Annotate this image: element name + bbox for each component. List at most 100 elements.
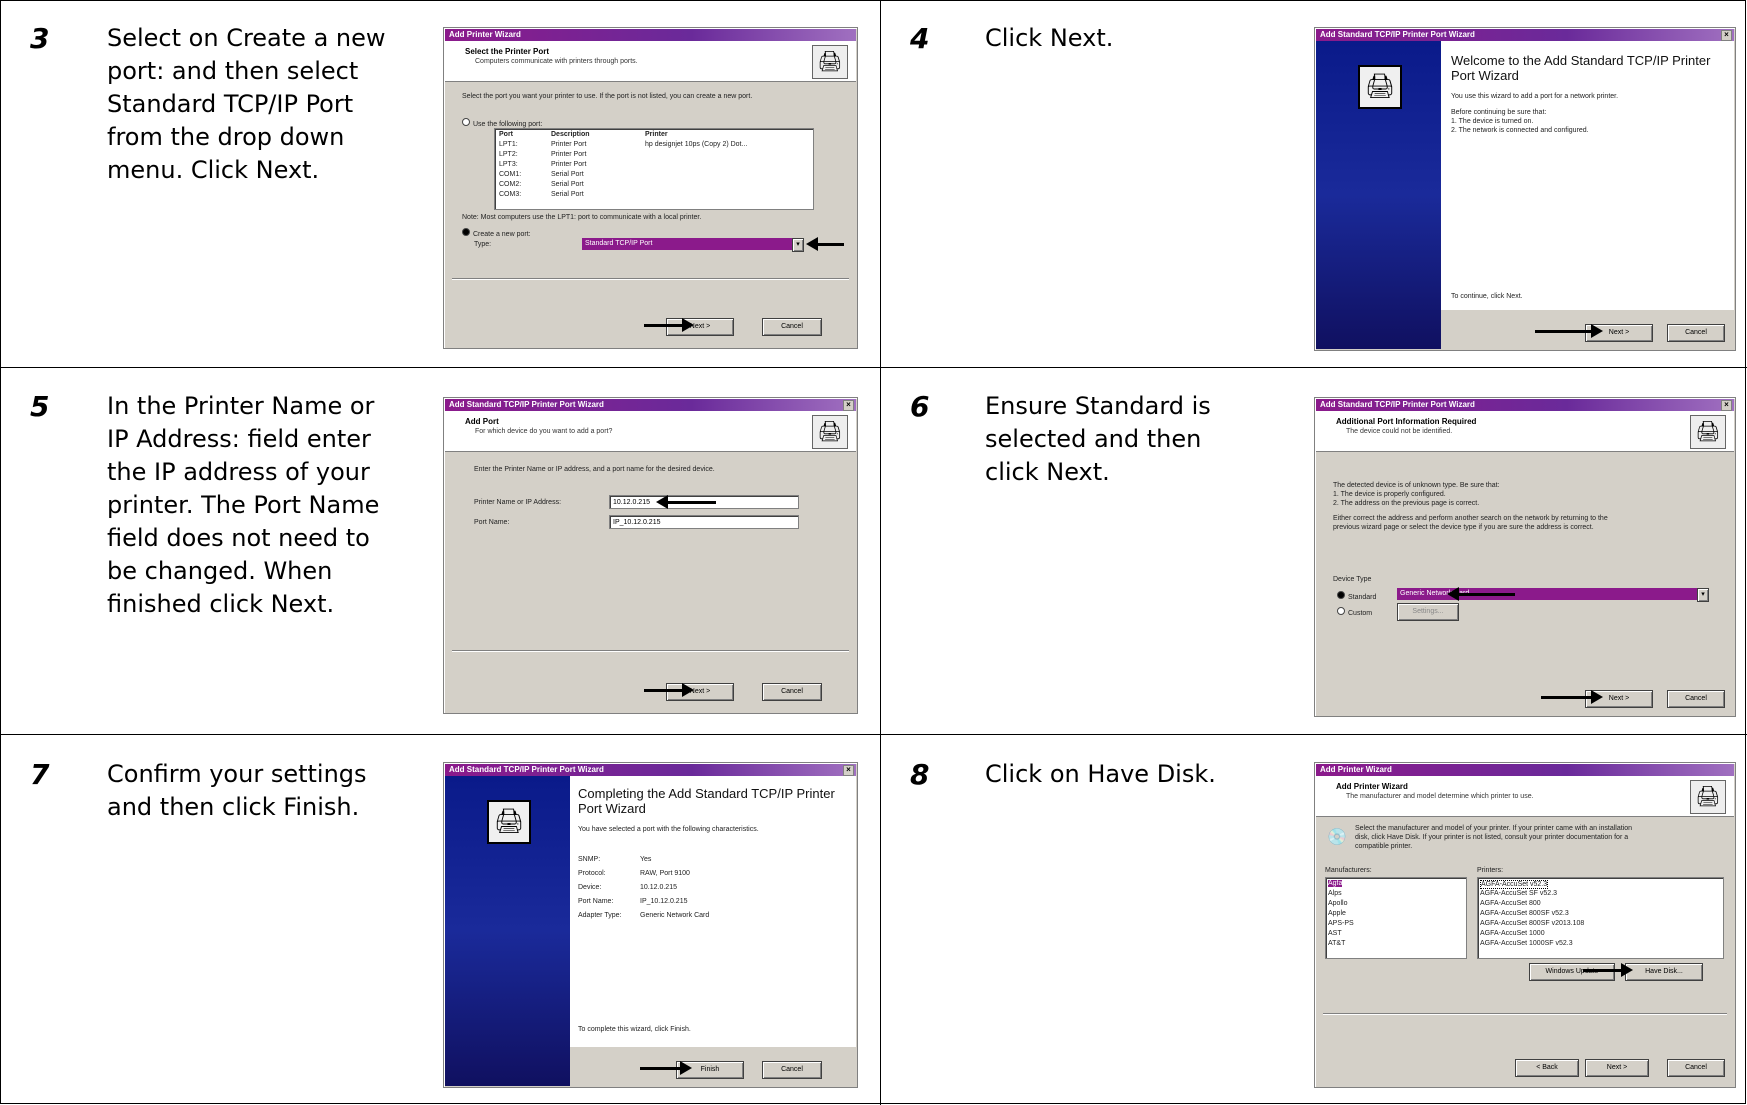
- header-title: Add Port: [465, 417, 499, 426]
- step-number: 7: [30, 758, 50, 791]
- continue-text: To continue, click Next.: [1451, 293, 1523, 300]
- cancel-button[interactable]: Cancel: [762, 318, 822, 336]
- type-label: Type:: [474, 241, 492, 248]
- have-disk-button[interactable]: Have Disk...: [1625, 963, 1703, 981]
- pointer-arrow: [644, 318, 694, 332]
- setting-value: Yes: [640, 856, 652, 863]
- divider: [452, 650, 849, 651]
- printer-wizard-icon: 🖨: [812, 45, 848, 79]
- cancel-button[interactable]: Cancel: [1667, 1059, 1725, 1077]
- list-item[interactable]: AT&T: [1328, 940, 1345, 947]
- header-title: Select the Printer Port: [465, 47, 550, 56]
- header-subtitle: For which device do you want to add a po…: [475, 428, 613, 435]
- table-row[interactable]: COM3:: [499, 191, 521, 198]
- list-item[interactable]: AST: [1328, 930, 1342, 937]
- table-row[interactable]: LPT3:: [499, 161, 518, 168]
- dialog-header: Add Printer Wizard The manufacturer and …: [1316, 776, 1734, 817]
- list-item[interactable]: Apple: [1328, 910, 1346, 917]
- tcpip-additional-info-dialog: Add Standard TCP/IP Printer Port Wizard ×…: [1314, 397, 1736, 717]
- add-printer-driver-dialog: Add Printer Wizard Add Printer Wizard Th…: [1314, 762, 1736, 1088]
- column-divider: [880, 0, 881, 1105]
- intro-text: Select the port you want your printer to…: [462, 93, 753, 100]
- next-button[interactable]: Next >: [1585, 1059, 1649, 1077]
- close-icon[interactable]: ×: [843, 400, 854, 411]
- dialog-title: Add Standard TCP/IP Printer Port Wizard ×: [1316, 29, 1734, 41]
- list-item[interactable]: Alps: [1328, 890, 1342, 897]
- manufacturers-label: Manufacturers:: [1325, 867, 1372, 874]
- cancel-button[interactable]: Cancel: [762, 1061, 822, 1079]
- device-type-group-label: Device Type: [1333, 576, 1372, 583]
- list-item[interactable]: AGFA-AccuSet 800SF v52.3: [1480, 910, 1569, 917]
- back-button[interactable]: < Back: [1515, 1059, 1579, 1077]
- device-type-dropdown[interactable]: Generic Network Card: [1397, 588, 1697, 600]
- step-description: Click Next.: [985, 24, 1114, 52]
- list-item[interactable]: AGFA-AccuSet v52.3: [1480, 880, 1549, 889]
- port-name-field[interactable]: IP_10.12.0.215: [609, 515, 799, 529]
- pointer-arrow: [640, 1061, 692, 1075]
- port-type-dropdown[interactable]: Standard TCP/IP Port: [582, 238, 792, 250]
- manufacturers-list[interactable]: Agfa Alps Apollo Apple APS-PS AST AT&T: [1325, 877, 1467, 959]
- intro-text: compatible printer.: [1355, 843, 1413, 850]
- create-new-port-radio[interactable]: Create a new port:: [462, 228, 531, 238]
- settings-button[interactable]: Settings...: [1397, 603, 1459, 621]
- setting-value: RAW, Port 9100: [640, 870, 690, 877]
- setting-label: Port Name:: [578, 898, 614, 905]
- list-item[interactable]: AGFA-AccuSet 800SF v2013.108: [1480, 920, 1584, 927]
- list-item[interactable]: Agfa: [1328, 880, 1343, 887]
- tcpip-port-wizard-welcome-dialog: Add Standard TCP/IP Printer Port Wizard ×…: [1314, 27, 1736, 351]
- printer-icon: 🖨: [487, 800, 531, 844]
- list-item[interactable]: AGFA-AccuSet SF v52.3: [1480, 890, 1557, 897]
- next-button[interactable]: Next >: [666, 683, 734, 701]
- printer-icon: 🖨: [1690, 415, 1726, 449]
- cancel-button[interactable]: Cancel: [762, 683, 822, 701]
- divider: [1323, 1013, 1727, 1014]
- list-item[interactable]: Apollo: [1328, 900, 1347, 907]
- list-item[interactable]: AGFA-AccuSet 1000SF v52.3: [1480, 940, 1573, 947]
- close-icon[interactable]: ×: [1721, 30, 1732, 41]
- tcpip-completing-dialog: Add Standard TCP/IP Printer Port Wizard ×…: [443, 762, 858, 1088]
- standard-radio[interactable]: Standard: [1337, 591, 1376, 601]
- intro-text: Select the manufacturer and model of you…: [1355, 825, 1633, 832]
- step-number: 6: [910, 390, 930, 423]
- pointer-arrow: [644, 683, 694, 697]
- setting-label: Device:: [578, 884, 602, 891]
- wizard-heading: Welcome to the Add Standard TCP/IP Print…: [1451, 53, 1711, 83]
- table-row[interactable]: LPT1:: [499, 141, 518, 148]
- cancel-button[interactable]: Cancel: [1667, 690, 1725, 708]
- table-row[interactable]: LPT2:: [499, 151, 518, 158]
- close-icon[interactable]: ×: [1721, 400, 1732, 411]
- custom-radio[interactable]: Custom: [1337, 607, 1372, 617]
- header-subtitle: The device could not be identified.: [1346, 428, 1453, 435]
- pointer-arrow: [1535, 324, 1603, 338]
- next-button[interactable]: Next >: [666, 318, 734, 336]
- port-list[interactable]: Port Description Printer LPT1: Printer P…: [494, 128, 814, 210]
- close-icon[interactable]: ×: [843, 765, 854, 776]
- body-text: 2. The address on the previous page is c…: [1333, 500, 1480, 507]
- pointer-arrow: [1447, 587, 1515, 601]
- printers-list[interactable]: AGFA-AccuSet v52.3 AGFA-AccuSet SF v52.3…: [1477, 877, 1724, 959]
- list-item[interactable]: AGFA-AccuSet 800: [1480, 900, 1541, 907]
- use-following-port-radio[interactable]: Use the following port:: [462, 118, 542, 128]
- dialog-title: Add Printer Wizard: [445, 29, 856, 41]
- add-printer-wizard-port-dialog: Add Printer Wizard Select the Printer Po…: [443, 27, 858, 349]
- printer-icon: 🖨: [1358, 65, 1402, 109]
- list-item[interactable]: AGFA-AccuSet 1000: [1480, 930, 1545, 937]
- windows-update-button[interactable]: Windows Update: [1529, 963, 1615, 981]
- setting-value: IP_10.12.0.215: [640, 898, 688, 905]
- table-row[interactable]: COM2:: [499, 181, 521, 188]
- row-divider: [0, 367, 1747, 368]
- cancel-button[interactable]: Cancel: [1667, 324, 1725, 342]
- dialog-header: Additional Port Information Required The…: [1316, 411, 1734, 452]
- intro-text: Enter the Printer Name or IP address, an…: [474, 466, 715, 473]
- table-row[interactable]: COM1:: [499, 171, 521, 178]
- content-pane: Welcome to the Add Standard TCP/IP Print…: [1441, 41, 1734, 310]
- step-description: Select on Create a new port: and then se…: [107, 24, 386, 184]
- list-item[interactable]: APS-PS: [1328, 920, 1354, 927]
- note-text: Note: Most computers use the LPT1: port …: [462, 214, 702, 221]
- chevron-down-icon[interactable]: ▾: [792, 238, 804, 252]
- dialog-header: Select the Printer Port Computers commun…: [445, 41, 856, 82]
- pointer-arrow: [656, 495, 716, 509]
- chevron-down-icon[interactable]: ▾: [1697, 588, 1709, 602]
- row-divider: [0, 734, 1747, 735]
- divider: [452, 278, 849, 279]
